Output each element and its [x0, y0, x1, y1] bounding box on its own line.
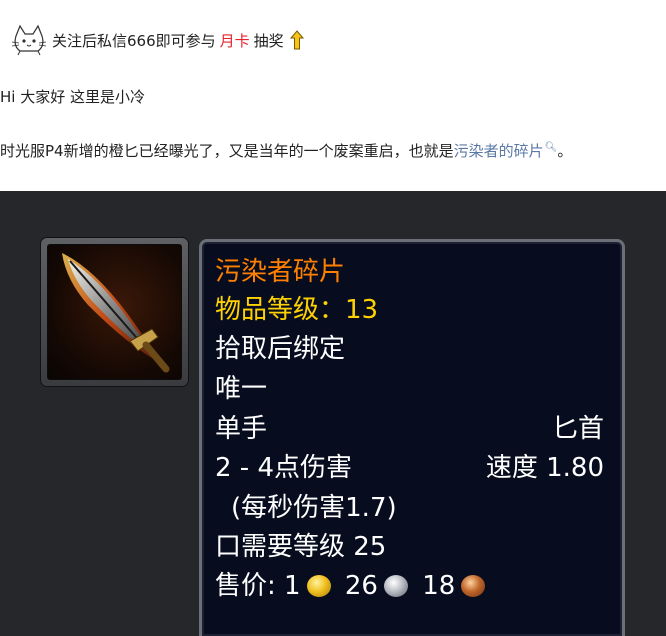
item-tooltip: 污染者碎片 物品等级：13 拾取后绑定 唯一 单手 匕首 2 - 4点伤害 速度… — [199, 239, 625, 636]
item-link[interactable]: 污染者的碎片 — [454, 142, 544, 160]
required-level: 口需要等级 25 — [215, 532, 387, 562]
weapon-type: 匕首 — [551, 414, 604, 444]
damage-text: 2 - 4点伤害 — [215, 453, 352, 483]
dagger-icon — [47, 244, 182, 380]
intro-line: 时光服P4新增的橙匕已经曝光了，又是当年的一个废案重启，也就是污染者的碎片🔍︎。 — [0, 140, 572, 161]
intro-text: 时光服P4新增的橙匕已经曝光了，又是当年的一个废案重启，也就是 — [0, 142, 454, 160]
sell-price: 售价: 1 26 18 — [215, 570, 491, 602]
item-icon-frame — [41, 238, 188, 386]
item-name: 污染者碎片 — [215, 257, 346, 287]
slot-text: 单手 — [215, 414, 268, 444]
cat-emoji-icon — [11, 24, 47, 56]
bind-text: 拾取后绑定 — [215, 334, 346, 364]
dps-text: (每秒伤害1.7) — [231, 493, 397, 523]
promo-line: 关注后私信666即可参与 月卡 抽奖 — [10, 24, 304, 56]
promo-highlight: 月卡 — [219, 31, 250, 50]
promo-prefix: 关注后私信666即可参与 — [52, 31, 216, 50]
intro-period: 。 — [557, 142, 573, 160]
item-level-label: 物品等级： — [215, 295, 346, 325]
silver-coin-icon — [383, 575, 408, 597]
silver-amount: 26 — [344, 571, 378, 601]
greeting-line: Hi 大家好 这里是小冷 — [0, 88, 145, 106]
promo-suffix: 抽奖 — [253, 31, 284, 50]
unique-text: 唯一 — [215, 374, 268, 404]
search-icon[interactable]: 🔍︎ — [545, 142, 558, 153]
game-screenshot: 污染者碎片 物品等级：13 拾取后绑定 唯一 单手 匕首 2 - 4点伤害 速度… — [0, 191, 666, 636]
sell-label: 售价: — [215, 571, 276, 601]
gold-amount: 1 — [284, 571, 301, 601]
gold-coin-icon — [306, 575, 331, 597]
copper-coin-icon — [461, 575, 486, 597]
item-level-value: 13 — [345, 295, 379, 325]
up-arrow-icon — [289, 30, 304, 50]
copper-amount: 18 — [422, 571, 456, 601]
item-level: 物品等级：13 — [215, 294, 378, 326]
speed-text: 速度 1.80 — [485, 453, 604, 483]
